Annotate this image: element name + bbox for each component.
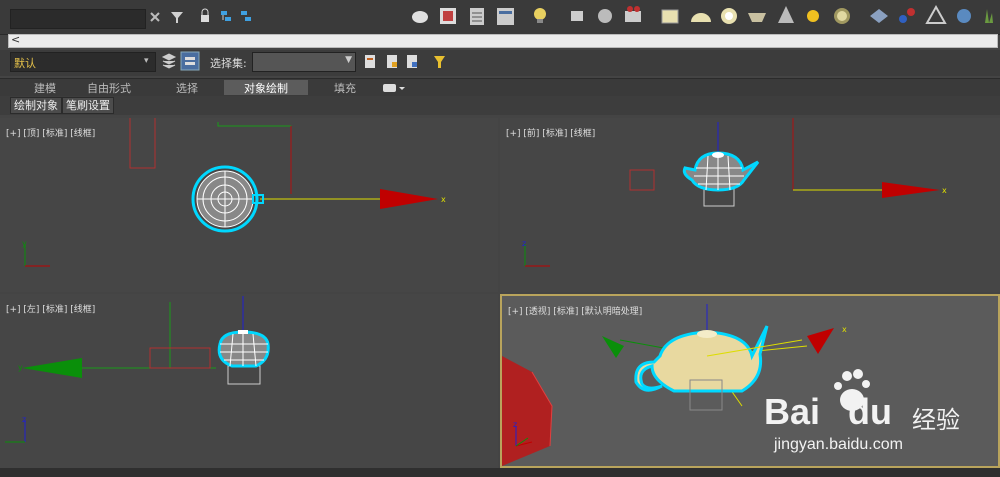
viewport-top[interactable]: [+] [顶] [标准] [线框] x y (0, 118, 498, 292)
front-view-scene: x z (522, 118, 947, 267)
teapot-wireframe[interactable] (217, 330, 270, 368)
box-outline (129, 118, 156, 169)
viewport-perspective[interactable]: [+] [透视] [标准] [默认明暗处理] x z Bai du 经验 jing… (500, 294, 1000, 468)
viewport-left[interactable]: [+] [左] [标准] [线框] y z (0, 294, 498, 468)
box-outline (149, 347, 211, 369)
x-axis-label: x (842, 325, 847, 334)
ribbon-menu (383, 84, 405, 92)
red-box (502, 356, 552, 466)
teapot-wireframe[interactable] (682, 151, 760, 192)
box-outline (629, 169, 655, 191)
z-axis-label: z (513, 420, 517, 429)
z-axis-label: z (522, 239, 526, 248)
subtab-row (0, 96, 1000, 115)
x-axis-label: x (942, 186, 947, 195)
x-axis-arrow (807, 328, 834, 354)
perspective-scene: x z (502, 304, 847, 466)
top-view-scene: x y (22, 118, 446, 267)
ribbon-options-icon[interactable] (383, 84, 405, 92)
bounding-box (227, 365, 261, 385)
left-view-scene: y z (5, 296, 270, 443)
watermark-url: jingyan.baidu.com (774, 436, 903, 453)
y-axis-label: y (18, 363, 23, 372)
watermark-brand: Bai du (764, 391, 893, 432)
x-axis-arrow (380, 189, 438, 209)
teapot-wireframe[interactable] (191, 165, 264, 233)
y-axis-arrow (602, 336, 624, 358)
bottom-bar (0, 468, 1000, 477)
y-axis-label: y (22, 239, 27, 248)
watermark-cn: 经验 (912, 407, 960, 434)
x-axis-arrow (882, 182, 940, 198)
subtab-brush-settings[interactable]: 笔刷设置 (62, 97, 114, 114)
x-axis-label: x (441, 195, 446, 204)
y-axis-arrow (22, 358, 82, 378)
viewport-front[interactable]: [+] [前] [标准] [线框] x z (500, 118, 1000, 292)
teapot-shaded[interactable] (634, 325, 769, 411)
z-axis-label: z (22, 415, 26, 424)
subtab-paint-objects[interactable]: 绘制对象 (10, 97, 62, 114)
